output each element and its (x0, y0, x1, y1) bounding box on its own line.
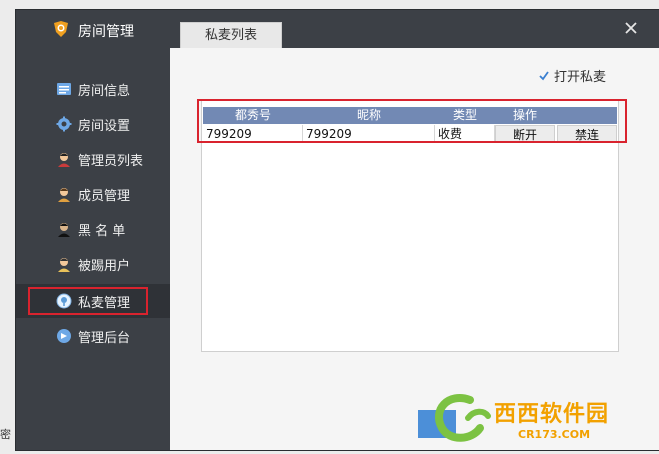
table-header: 都秀号 昵称 类型 操作 (203, 107, 617, 124)
sidebar-item-private-mic[interactable]: 私麦管理 (16, 284, 170, 318)
sidebar-item-admin-backend[interactable]: 管理后台 (16, 319, 170, 353)
title-bar: 房间管理 (16, 10, 659, 48)
room-management-window: 房间管理 房间信息 房间设置 管理员列表 成员管理 黑 名 单 被踢用户 私麦管… (16, 10, 659, 450)
column-header-nickname: 昵称 (356, 108, 381, 122)
disconnect-button[interactable]: 断开 (495, 125, 555, 143)
watermark: 西西软件园 CR173.COM (428, 388, 659, 450)
sidebar-item-member-management[interactable]: 成员管理 (16, 177, 170, 211)
app-logo-icon (52, 20, 70, 38)
sidebar: 房间信息 房间设置 管理员列表 成员管理 黑 名 单 被踢用户 私麦管理 管理后… (16, 58, 170, 450)
sidebar-item-label: 房间设置 (78, 119, 131, 134)
sidebar-item-label: 黑 名 单 (78, 224, 126, 239)
sidebar-item-label: 成员管理 (78, 189, 131, 204)
screenshot-frame: 密 房间管理 房间信息 房间设置 管理员列表 成员管理 黑 名 单 被踢用户 私… (0, 0, 659, 450)
column-header-actions: 操作 (512, 108, 537, 122)
checkbox-label: 打开私麦 (554, 70, 607, 85)
column-header-type: 类型 (452, 108, 477, 122)
background-window-text: 密 (0, 428, 11, 441)
cell-id: 799209 (203, 125, 303, 143)
close-button[interactable] (623, 20, 639, 36)
sidebar-item-room-info[interactable]: 房间信息 (16, 72, 170, 106)
backend-icon (56, 328, 72, 344)
sidebar-item-admin-list[interactable]: 管理员列表 (16, 142, 170, 176)
cell-type: 收费 (435, 125, 495, 143)
ban-connect-button[interactable]: 禁连 (557, 125, 617, 143)
table-row[interactable]: 799209 799209 收费 断开 禁连 (203, 125, 617, 143)
private-mic-icon (56, 293, 72, 309)
sidebar-item-label: 私麦管理 (78, 296, 131, 311)
kicked-user-icon (56, 256, 72, 272)
sidebar-item-label: 被踢用户 (78, 259, 131, 274)
sidebar-item-blacklist[interactable]: 黑 名 单 (16, 212, 170, 246)
sidebar-item-label: 管理员列表 (78, 154, 144, 169)
private-mic-table: 都秀号 昵称 类型 操作 799209 799209 收费 断开 禁连 (201, 100, 619, 352)
admin-user-icon (56, 151, 72, 167)
blacklist-user-icon (56, 221, 72, 237)
cell-nickname: 799209 (303, 125, 435, 143)
tab-private-mic-list[interactable]: 私麦列表 (180, 22, 282, 48)
sidebar-item-room-settings[interactable]: 房间设置 (16, 107, 170, 141)
sidebar-item-kicked-users[interactable]: 被踢用户 (16, 247, 170, 281)
watermark-text: 西西软件园 (494, 402, 610, 427)
watermark-logo-icon (434, 394, 491, 442)
sidebar-item-label: 管理后台 (78, 331, 131, 346)
column-header-id: 都秀号 (234, 108, 271, 122)
checkmark-icon (538, 70, 550, 82)
close-icon (625, 22, 637, 34)
window-title: 房间管理 (78, 24, 134, 40)
gear-icon (56, 116, 72, 132)
open-private-mic-checkbox[interactable]: 打开私麦 (538, 66, 607, 85)
info-list-icon (56, 81, 72, 97)
watermark-subtext: CR173.COM (518, 428, 591, 441)
sidebar-item-label: 房间信息 (78, 84, 131, 99)
member-user-icon (56, 186, 72, 202)
